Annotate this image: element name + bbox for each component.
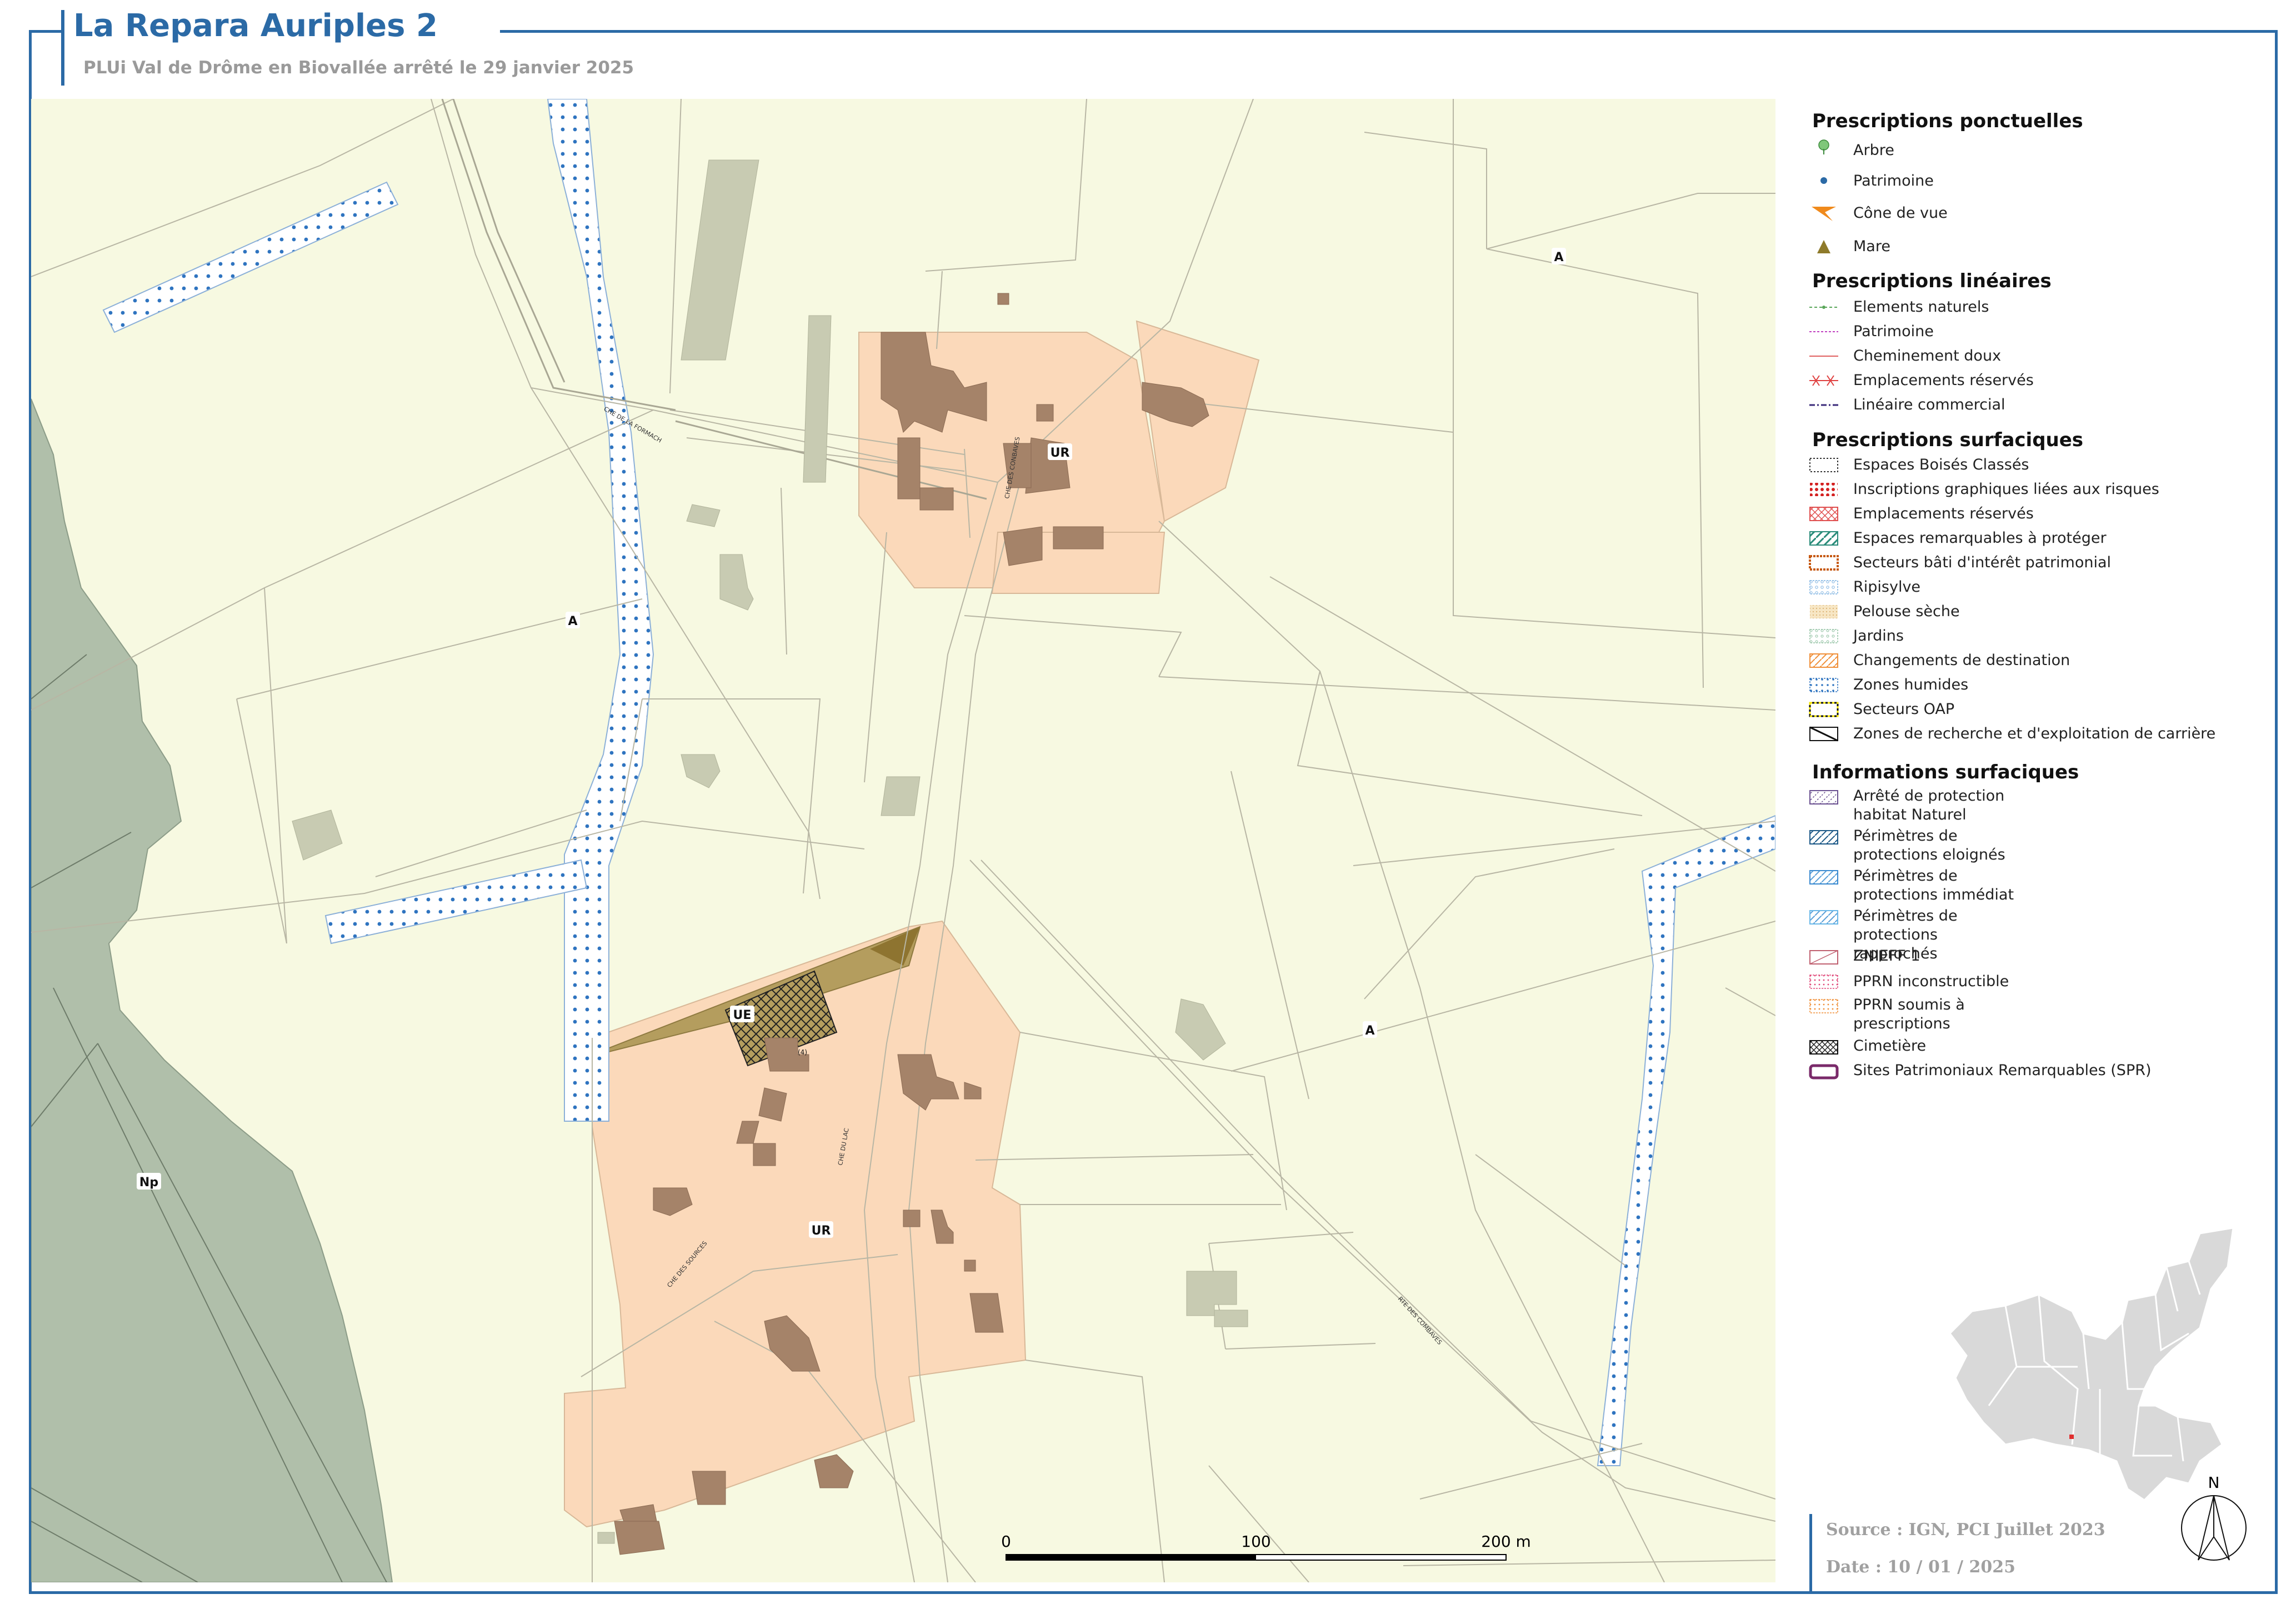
zone-label-a-northeast: A [1552, 248, 1566, 264]
legend-item-pprn-inconstructible: PPRN inconstructible [1853, 973, 2009, 990]
zone-label-ue: UE [730, 1006, 754, 1022]
legend-item-patrimoine-line: Patrimoine [1853, 323, 1934, 340]
north-arrow-icon: N [2181, 1473, 2247, 1561]
legend-item-ripisylve: Ripisylve [1853, 578, 1921, 596]
zone-label-ur-north: UR [1048, 443, 1072, 460]
tree-icon [1818, 139, 1829, 154]
change-destination-swatch [1809, 653, 1838, 668]
legend-heading-informations: Informations surfaciques [1812, 761, 2079, 783]
pprn-orange-swatch [1809, 999, 1838, 1013]
legend-item-pelouse-seche: Pelouse sèche [1853, 603, 1960, 620]
zone-label-a-east: A [1363, 1021, 1377, 1038]
legend-item-cone-de-vue: Cône de vue [1853, 204, 1948, 222]
legend-item-changements-destination: Changements de destination [1853, 652, 2070, 669]
svg-text:UR: UR [1051, 446, 1070, 460]
ripisylve-swatch [1809, 580, 1838, 594]
svg-text:A: A [568, 614, 577, 628]
legend-item-secteurs-oap: Secteurs OAP [1853, 701, 1955, 718]
legend-heading-surfaciques: Prescriptions surfaciques [1812, 429, 2084, 451]
svg-text:A: A [1554, 251, 1563, 264]
legend-item-mare: Mare [1853, 238, 1890, 255]
spr-swatch [1809, 1064, 1839, 1080]
legend-item-ebc: Espaces Boisés Classés [1853, 456, 2029, 473]
locator-highlight [2069, 1435, 2074, 1439]
svg-text:A: A [1365, 1024, 1374, 1038]
risk-swatch [1810, 483, 1838, 496]
legend-item-carriere: Zones de recherche et d'exploitation de … [1853, 725, 2216, 742]
scale-tick-100: 100 [1241, 1532, 1270, 1551]
legend-item-emplacements-reserves-line: Emplacements réservés [1853, 372, 2034, 389]
north-label: N [2208, 1473, 2220, 1492]
znieff-swatch [1809, 950, 1838, 965]
legend-item-emplacements-reserves-area: Emplacements réservés [1853, 505, 2034, 522]
legend-item-espaces-remarquables: Espaces remarquables à protéger [1853, 529, 2107, 547]
legend-item-bati-patrimonial: Secteurs bâti d'intérêt patrimonial [1853, 554, 2112, 571]
page-title: La Repara Auriples 2 [73, 8, 438, 44]
scale-tick-0: 0 [1001, 1532, 1011, 1551]
legend-item-arbre: Arbre [1853, 142, 1894, 159]
legend-item-cheminement-doux: Cheminement doux [1853, 347, 2002, 364]
remarkable-space-swatch [1809, 531, 1838, 546]
zone-label-a-west: A [566, 612, 580, 628]
wetland-swatch [1809, 678, 1838, 692]
close-protection-swatch [1809, 910, 1838, 925]
heritage-sector-swatch [1809, 555, 1839, 571]
pelouse-swatch [1810, 605, 1838, 618]
cemetery-swatch [1809, 1040, 1838, 1055]
svg-text:UE: UE [733, 1008, 752, 1022]
legend-item-spr: Sites Patrimoniaux Remarquables (SPR) [1853, 1062, 2152, 1079]
natural-line-icon [1809, 306, 1838, 309]
legend-item-cimetiere: Cimetière [1853, 1037, 1927, 1055]
zone-label-ur-south: UR [809, 1221, 833, 1238]
commercial-line-icon [1809, 404, 1838, 406]
legend-item-zones-humides: Zones humides [1853, 676, 1969, 693]
reserved-area-swatch [1809, 507, 1838, 521]
reserved-line-icon [1809, 375, 1838, 386]
page-subtitle: PLUi Val de Drôme en Biovallée arrêté le… [83, 58, 634, 78]
quarry-swatch [1809, 726, 1838, 742]
legend-item-arrete-protection: Arrêté de protection habitat Naturel [1853, 787, 2005, 823]
zoning-map[interactable]: A A A UR UR UE Np (4) CHE DE LA FORMACH … [31, 99, 1775, 1582]
zone-label-np: Np [137, 1173, 161, 1190]
date-text: Date : 10 / 01 / 2025 [1826, 1557, 2016, 1577]
legend-item-lineaire-commercial: Linéaire commercial [1853, 396, 2005, 413]
legend-item-elements-naturels: Elements naturels [1853, 298, 1989, 316]
title-accent-bar [61, 10, 64, 86]
ebc-swatch [1809, 458, 1838, 472]
source-text: Source : IGN, PCI Juillet 2023 [1826, 1520, 2105, 1540]
patrimoine-dot-icon [1820, 177, 1827, 184]
legend-item-perimetres-immediat: Périmètres de protections immédiat [1853, 867, 2014, 903]
legend-item-znieff: ZNIEFF 1 [1853, 947, 1920, 965]
patrimoine-marker-label: (4) [798, 1048, 807, 1056]
view-cone-icon [1812, 207, 1836, 221]
legend-item-patrimoine-point: Patrimoine [1853, 172, 1934, 189]
legend-heading-ponctuelles: Prescriptions ponctuelles [1812, 110, 2083, 132]
immediate-protection-swatch [1809, 870, 1838, 885]
patrimoine-line-icon [1809, 331, 1838, 332]
cheminement-line-icon [1809, 356, 1838, 357]
legend-heading-lineaires: Prescriptions linéaires [1812, 270, 2052, 292]
legend-item-pprn-prescriptions: PPRN soumis à prescriptions [1853, 996, 1965, 1032]
mare-triangle-icon [1817, 240, 1830, 253]
legend-item-risques: Inscriptions graphiques liées aux risque… [1853, 481, 2159, 498]
oap-swatch [1809, 702, 1839, 717]
legend-item-jardins: Jardins [1853, 627, 1904, 644]
far-protection-swatch [1809, 830, 1838, 845]
legend-item-perimetres-eloignes: Périmètres de protections eloignés [1853, 827, 2005, 863]
biotope-swatch [1809, 790, 1838, 804]
scale-tick-200: 200 m [1481, 1532, 1531, 1551]
pprn-red-swatch [1809, 975, 1838, 989]
jardins-swatch [1809, 629, 1838, 643]
svg-text:UR: UR [812, 1224, 831, 1238]
svg-text:Np: Np [139, 1176, 158, 1190]
source-accent-bar [1809, 1514, 1812, 1592]
